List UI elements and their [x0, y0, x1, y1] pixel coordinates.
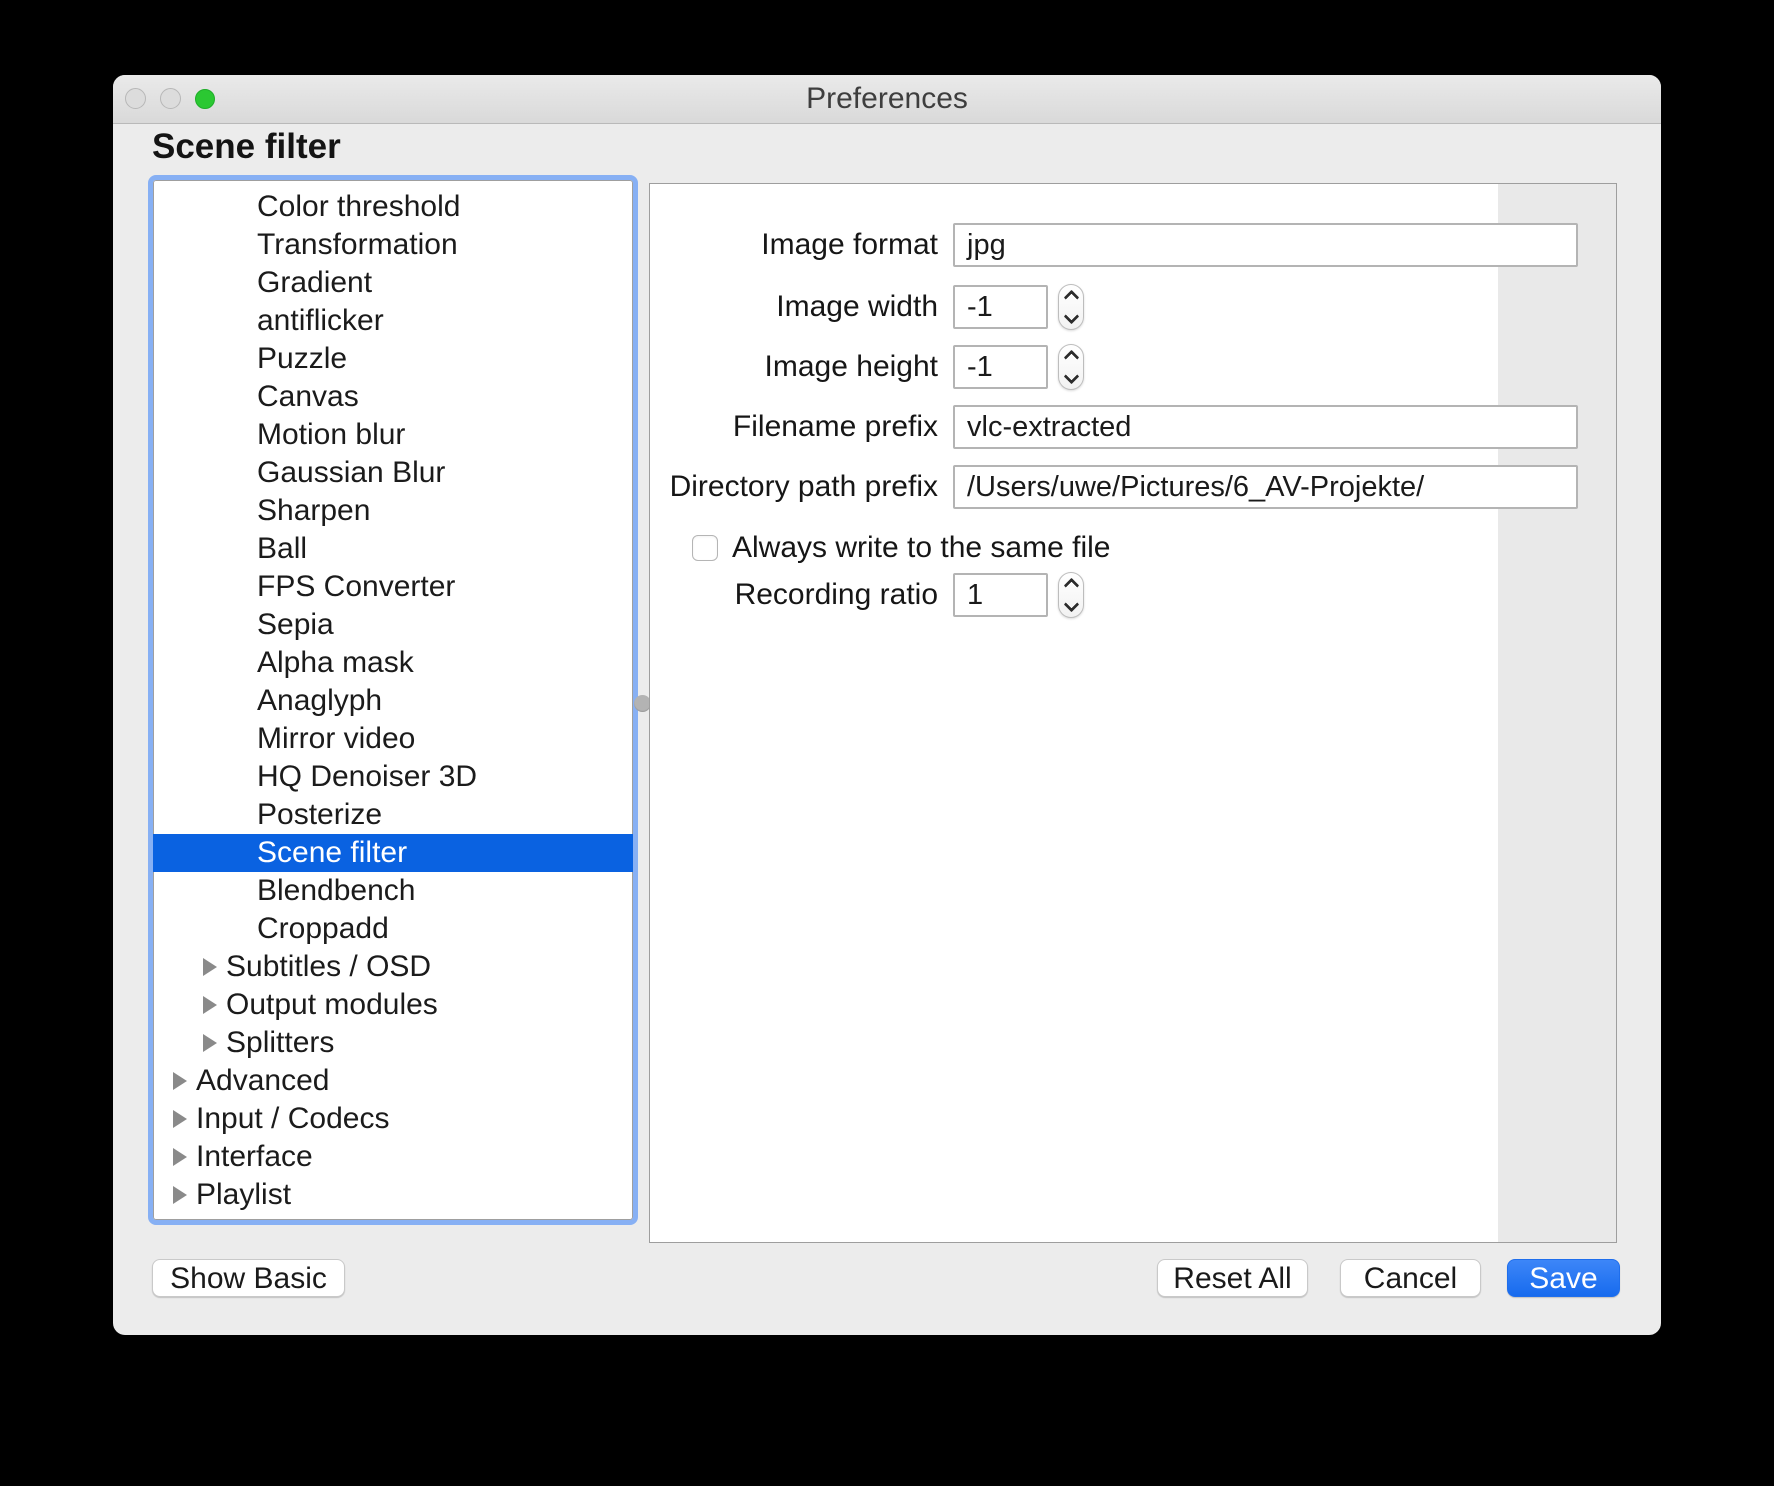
window-title: Preferences — [806, 82, 968, 115]
tree-item-label: Interface — [196, 1140, 313, 1173]
directory-path-prefix-input[interactable]: /Users/uwe/Pictures/6_AV-Projekte/ — [953, 465, 1578, 509]
tree-item-label: Blendbench — [257, 874, 416, 907]
tree-item-label: Output modules — [226, 988, 438, 1021]
image-format-label: Image format — [761, 228, 938, 261]
settings-panel: Image format jpg Image width -1 Image height… — [649, 183, 1617, 1243]
tree-item-output-modules[interactable]: Output modules — [153, 986, 633, 1024]
tree-item-scene-filter[interactable]: Scene filter — [153, 834, 633, 872]
disclosure-triangle-icon[interactable] — [173, 1148, 187, 1166]
tree-item-label: Puzzle — [257, 342, 348, 375]
disclosure-triangle-icon[interactable] — [173, 1186, 187, 1204]
disclosure-triangle-icon[interactable] — [203, 996, 217, 1014]
image-height-input[interactable]: -1 — [953, 345, 1048, 389]
tree-item-label: Anaglyph — [257, 684, 383, 717]
tree-item-label: Motion blur — [257, 418, 406, 451]
image-height-stepper[interactable] — [1058, 344, 1084, 390]
image-height-label: Image height — [764, 350, 938, 383]
tree-item-croppadd[interactable]: Croppadd — [153, 910, 633, 948]
stepper-down-icon[interactable] — [1063, 368, 1079, 385]
image-width-label: Image width — [776, 290, 938, 323]
tree-item-label: Posterize — [257, 798, 383, 831]
always-write-to-the-same-file-label[interactable]: Always write to the same file — [732, 532, 1110, 564]
image-width-stepper[interactable] — [1058, 284, 1084, 330]
tree-item-fps-converter[interactable]: FPS Converter — [153, 568, 633, 606]
tree-item-puzzle[interactable]: Puzzle — [153, 340, 633, 378]
tree-item-label: Canvas — [257, 380, 359, 413]
tree-item-interface[interactable]: Interface — [153, 1138, 633, 1176]
image-width-input[interactable]: -1 — [953, 285, 1048, 329]
recording-ratio-label: Recording ratio — [734, 578, 938, 611]
filename-prefix-label: Filename prefix — [732, 410, 938, 443]
stepper-down-icon[interactable] — [1063, 596, 1079, 613]
tree-item-alpha-mask[interactable]: Alpha mask — [153, 644, 633, 682]
tree-item-label: Mirror video — [257, 722, 416, 755]
tree-item-mirror-video[interactable]: Mirror video — [153, 720, 633, 758]
tree-item-antiflicker[interactable]: antiflicker — [153, 302, 633, 340]
stepper-up-icon[interactable] — [1063, 577, 1079, 594]
disclosure-triangle-icon[interactable] — [173, 1072, 187, 1090]
title-bar: Preferences — [113, 75, 1661, 124]
tree-item-label: Advanced — [196, 1064, 330, 1097]
reset-all-button[interactable]: Reset All — [1157, 1259, 1308, 1297]
tree-item-canvas[interactable]: Canvas — [153, 378, 633, 416]
recording-ratio-input[interactable]: 1 — [953, 573, 1048, 617]
disclosure-triangle-icon[interactable] — [173, 1110, 187, 1128]
stepper-down-icon[interactable] — [1063, 308, 1079, 325]
tree-item-motion-blur[interactable]: Motion blur — [153, 416, 633, 454]
tree-item-advanced[interactable]: Advanced — [153, 1062, 633, 1100]
tree-item-color-threshold[interactable]: Color threshold — [153, 188, 633, 226]
tree-item-anaglyph[interactable]: Anaglyph — [153, 682, 633, 720]
tree-item-gaussian-blur[interactable]: Gaussian Blur — [153, 454, 633, 492]
tree-item-label: Sharpen — [257, 494, 371, 527]
tree-item-label: Splitters — [226, 1026, 335, 1059]
recording-ratio-stepper[interactable] — [1058, 572, 1084, 618]
tree-item-label: Scene filter — [257, 836, 408, 869]
tree-item-label: Sepia — [257, 608, 334, 641]
tree-item-sharpen[interactable]: Sharpen — [153, 492, 633, 530]
save-button[interactable]: Save — [1507, 1259, 1620, 1297]
tree-item-gradient[interactable]: Gradient — [153, 264, 633, 302]
cancel-button[interactable]: Cancel — [1340, 1259, 1481, 1297]
directory-path-prefix-label: Directory path prefix — [669, 470, 938, 503]
tree-item-label: Ball — [257, 532, 308, 565]
tree-item-label: Croppadd — [257, 912, 389, 945]
stepper-up-icon[interactable] — [1063, 289, 1079, 306]
tree-item-subtitles-osd[interactable]: Subtitles / OSD — [153, 948, 633, 986]
tree-item-label: antiflicker — [257, 304, 384, 337]
tree-item-label: FPS Converter — [257, 570, 456, 603]
tree-item-label: Gaussian Blur — [257, 456, 446, 489]
tree-item-label: Subtitles / OSD — [226, 950, 432, 983]
tree-item-label: Playlist — [196, 1178, 292, 1211]
tree-item-label: Color threshold — [257, 190, 461, 223]
tree-item-blendbench[interactable]: Blendbench — [153, 872, 633, 910]
tree-item-hq-denoiser-3d[interactable]: HQ Denoiser 3D — [153, 758, 633, 796]
tree-item-label: Input / Codecs — [196, 1102, 390, 1135]
tree-item-playlist[interactable]: Playlist — [153, 1176, 633, 1214]
filter-tree[interactable]: Color threshold Transformation Gradient ant… — [148, 175, 638, 1225]
stepper-up-icon[interactable] — [1063, 349, 1079, 366]
tree-item-label: Alpha mask — [257, 646, 414, 679]
tree-item-label: HQ Denoiser 3D — [257, 760, 478, 793]
image-format-input[interactable]: jpg — [953, 223, 1578, 267]
disclosure-triangle-icon[interactable] — [203, 958, 217, 976]
tree-item-posterize[interactable]: Posterize — [153, 796, 633, 834]
tree-item-sepia[interactable]: Sepia — [153, 606, 633, 644]
panel-right-gutter — [1498, 184, 1616, 1242]
tree-item-ball[interactable]: Ball — [153, 530, 633, 568]
tree-item-label: Transformation — [257, 228, 458, 261]
preferences-window: Preferences Scene filter Color threshold… — [113, 75, 1661, 1335]
disclosure-triangle-icon[interactable] — [203, 1034, 217, 1052]
page-title: Scene filter — [152, 127, 341, 166]
tree-item-transformation[interactable]: Transformation — [153, 226, 633, 264]
filename-prefix-input[interactable]: vlc-extracted — [953, 405, 1578, 449]
tree-item-input-codecs[interactable]: Input / Codecs — [153, 1100, 633, 1138]
always-write-to-the-same-file-checkbox[interactable] — [692, 535, 718, 561]
show-basic-button[interactable]: Show Basic — [152, 1259, 345, 1297]
tree-item-splitters[interactable]: Splitters — [153, 1024, 633, 1062]
tree-item-label: Gradient — [257, 266, 373, 299]
